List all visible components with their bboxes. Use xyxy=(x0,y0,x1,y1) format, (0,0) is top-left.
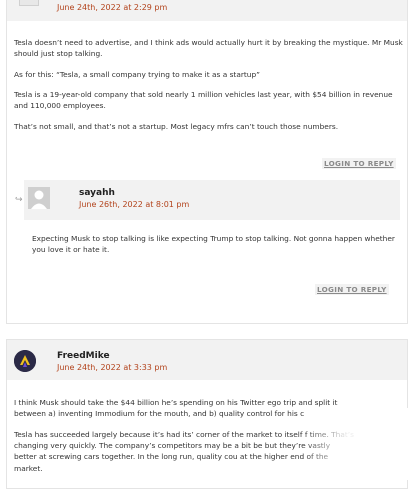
avatar xyxy=(28,187,50,209)
reply-arrow-icon: ↪ xyxy=(15,195,23,205)
avatar xyxy=(14,350,36,372)
avatar xyxy=(19,0,39,6)
comment-paragraph: Tesla doesn’t need to advertise, and I t… xyxy=(14,38,403,59)
reply-paragraph: Expecting Musk to stop talking is like e… xyxy=(32,234,395,255)
reply-date[interactable]: June 26th, 2022 at 8:01 pm xyxy=(79,200,189,209)
comment-card: June 24th, 2022 at 2:29 pm Tesla doesn’t… xyxy=(6,0,408,324)
freedmike-avatar-icon xyxy=(14,350,36,372)
login-to-reply-button[interactable]: LOGIN TO REPLY xyxy=(315,284,389,295)
login-to-reply-button[interactable]: LOGIN TO REPLY xyxy=(322,158,396,169)
comment-date[interactable]: June 24th, 2022 at 3:33 pm xyxy=(57,363,167,372)
comment-date[interactable]: June 24th, 2022 at 2:29 pm xyxy=(57,3,167,12)
comment-paragraph: As for this: “Tesla, a small company try… xyxy=(14,70,261,79)
reply-card: ↪ sayahh June 26th, 2022 at 8:01 pm Expe… xyxy=(15,180,402,310)
fade-overlay xyxy=(303,408,413,480)
default-user-icon xyxy=(28,187,50,209)
comment-author[interactable]: FreedMike xyxy=(57,351,110,361)
comment-paragraph: Tesla is a 19-year-old company that sold… xyxy=(14,90,393,111)
comment-paragraph: That’s not small, and that’s not a start… xyxy=(14,122,339,131)
reply-author[interactable]: sayahh xyxy=(79,188,115,198)
